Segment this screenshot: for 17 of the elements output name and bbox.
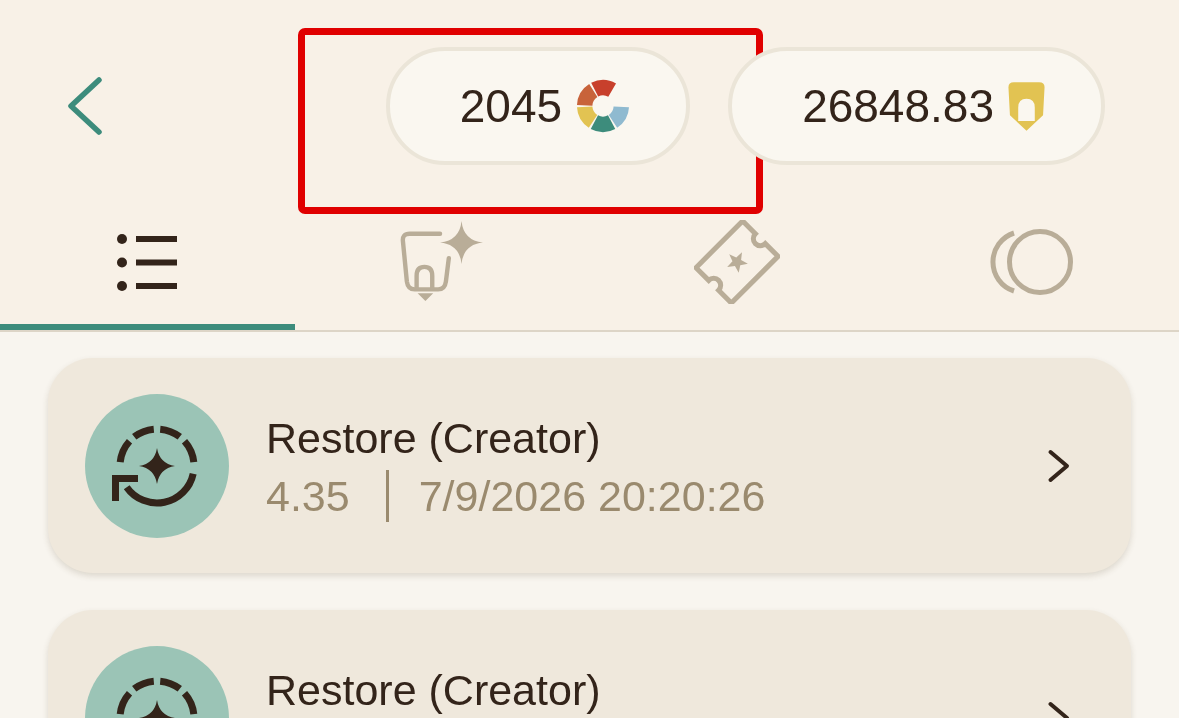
- pencil-tip-icon: [1008, 81, 1045, 131]
- restore-icon: [85, 393, 229, 538]
- list-icon: [117, 233, 178, 291]
- record-amount: 4.35: [266, 471, 350, 522]
- pencil-sparkle-icon: [399, 221, 486, 303]
- back-icon[interactable]: [68, 77, 102, 135]
- two-circles-icon: [989, 228, 1074, 296]
- balance-pill[interactable]: 2045: [385, 47, 691, 165]
- ticket-star-icon: [693, 220, 780, 304]
- balance-pill[interactable]: 26848.83: [728, 47, 1105, 165]
- record-title: Restore (Creator): [266, 665, 601, 716]
- record-card[interactable]: Restore (Creator): [48, 610, 1131, 718]
- color-ring-icon: [576, 79, 631, 133]
- record-title: Restore (Creator): [266, 413, 601, 464]
- record-card[interactable]: Restore (Creator) 4.35 7/9/2026 20:20:26: [48, 358, 1131, 573]
- record-time: 7/9/2026 20:20:26: [418, 471, 766, 522]
- chevron-right-icon: [1047, 448, 1071, 483]
